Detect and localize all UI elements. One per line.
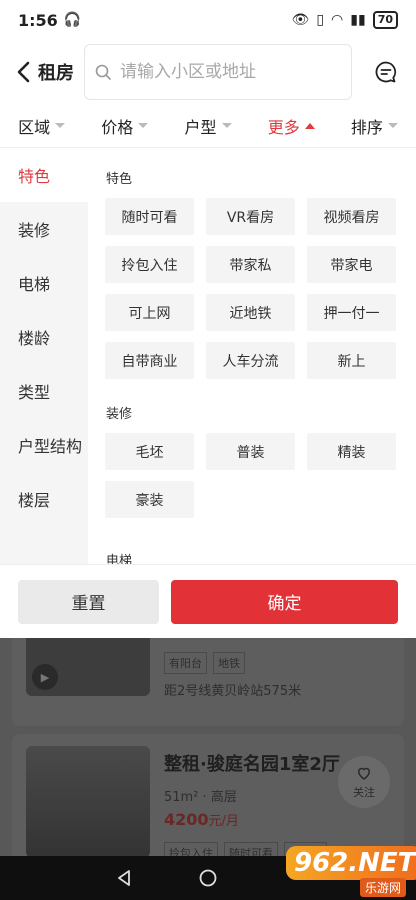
heart-icon — [357, 767, 371, 780]
eye-icon: 👁 — [291, 12, 310, 28]
price-value: 4200 — [164, 810, 209, 829]
listing-meta: 51m² · 高层 — [164, 790, 237, 805]
category-structure[interactable]: 户型结构 — [0, 418, 88, 472]
header: 租房 — [0, 42, 416, 102]
filter-tabs: 区域 价格 户型 更多 排序 — [0, 104, 416, 148]
listing-overlay: ▶ 有阳台 地铁 距2号线黄贝岭站575米 整租·骏庭名园1室2厅 51m² ·… — [0, 638, 416, 856]
listing-tag: 地铁 — [213, 652, 245, 674]
back-triangle-icon[interactable] — [114, 868, 134, 888]
battery-icon: 70 — [372, 11, 398, 29]
decor-options: 毛坯 普装 精装 豪装 — [88, 433, 416, 518]
option-chip[interactable]: 自带商业 — [105, 342, 194, 379]
options-panel: 特色 随时可看 VR看房 视频看房 拎包入住 带家私 带家电 可上网 近地铁 押… — [88, 148, 416, 564]
watermark-brand: 962.NET — [286, 846, 416, 880]
listing-card: 整租·骏庭名园1室2厅 51m² · 高层 4200元/月 拎包入住 随时可看 … — [12, 734, 404, 856]
category-decor[interactable]: 装修 — [0, 202, 88, 256]
listing-area: 51m² — [164, 790, 199, 805]
option-chip[interactable]: 可上网 — [105, 294, 194, 331]
filter-tab-label: 价格 — [101, 117, 134, 137]
follow-button[interactable]: 关注 — [338, 756, 390, 808]
chevron-left-icon — [17, 61, 30, 83]
page-title: 租房 — [38, 63, 74, 84]
category-age[interactable]: 楼龄 — [0, 310, 88, 364]
option-chip[interactable]: 普装 — [206, 433, 295, 470]
option-chip[interactable]: 新上 — [307, 342, 396, 379]
filter-tab-label: 更多 — [267, 117, 300, 137]
watermark-sub: 乐游网 — [359, 878, 406, 897]
feature-options: 随时可看 VR看房 视频看房 拎包入住 带家私 带家电 可上网 近地铁 押一付一… — [88, 198, 416, 379]
price-unit: 元/月 — [208, 814, 239, 829]
listing-tags: 有阳台 地铁 — [164, 652, 245, 674]
listing-distance: 距2号线黄贝岭站575米 — [164, 684, 302, 699]
section-title-feature: 特色 — [106, 172, 133, 187]
play-icon: ▶ — [32, 664, 58, 690]
option-chip[interactable]: 带家私 — [206, 246, 295, 283]
status-bar: 1:56 🎧 👁 ▯ ◠ ▮▮ 70 — [0, 0, 416, 40]
listing-tag: 拎包入住 — [164, 842, 218, 856]
listing-title: 整租·骏庭名园1室2厅 — [164, 754, 340, 775]
filter-tab-label: 排序 — [350, 117, 383, 137]
caret-up-icon — [304, 122, 315, 129]
search-input[interactable] — [120, 62, 340, 82]
signal-icon: ▮▮ — [350, 12, 366, 28]
filter-tab-sort[interactable]: 排序 — [333, 104, 416, 147]
category-floor[interactable]: 楼层 — [0, 472, 88, 526]
section-title-elevator: 电梯 — [106, 554, 133, 564]
listing-thumbnail — [26, 746, 150, 856]
option-chip[interactable]: 视频看房 — [307, 198, 396, 235]
option-chip[interactable]: 毛坯 — [105, 433, 194, 470]
option-chip[interactable]: 精装 — [307, 433, 396, 470]
caret-down-icon — [387, 123, 398, 128]
option-chip[interactable]: 带家电 — [307, 246, 396, 283]
listing-floor: 高层 — [210, 790, 237, 805]
category-elevator[interactable]: 电梯 — [0, 256, 88, 310]
category-feature[interactable]: 特色 — [0, 148, 88, 202]
option-chip[interactable]: 近地铁 — [206, 294, 295, 331]
filter-tab-label: 区域 — [18, 117, 51, 137]
option-chip[interactable]: 随时可看 — [105, 198, 194, 235]
listing-price: 4200元/月 — [164, 810, 239, 829]
category-type[interactable]: 类型 — [0, 364, 88, 418]
status-time: 1:56 — [18, 10, 58, 30]
follow-label: 关注 — [353, 786, 375, 799]
search-box[interactable] — [84, 44, 352, 100]
reset-button[interactable]: 重置 — [18, 579, 159, 624]
caret-down-icon — [138, 123, 149, 128]
listing-tag: 随时可看 — [224, 842, 278, 856]
option-chip[interactable]: VR看房 — [206, 198, 295, 235]
search-icon — [95, 64, 111, 80]
filter-tab-price[interactable]: 价格 — [83, 104, 166, 147]
headset-icon: 🎧 — [63, 12, 82, 28]
option-chip[interactable]: 豪装 — [105, 481, 194, 518]
action-bar: 重置 确定 — [0, 564, 416, 638]
message-icon[interactable] — [374, 60, 398, 84]
caret-down-icon — [221, 123, 232, 128]
filter-tab-more[interactable]: 更多 — [250, 104, 333, 147]
option-chip[interactable]: 押一付一 — [307, 294, 396, 331]
vibrate-icon: ▯ — [316, 12, 325, 28]
confirm-button[interactable]: 确定 — [171, 579, 398, 624]
section-title-decor: 装修 — [106, 407, 133, 422]
listing-thumbnail: ▶ — [26, 638, 150, 696]
filter-tab-area[interactable]: 区域 — [0, 104, 83, 147]
listing-card: ▶ 有阳台 地铁 距2号线黄贝岭站575米 — [12, 638, 404, 726]
category-list: 特色 装修 电梯 楼龄 类型 户型结构 楼层 — [0, 148, 88, 564]
caret-down-icon — [55, 123, 66, 128]
filter-tab-layout[interactable]: 户型 — [166, 104, 249, 147]
status-icons: 👁 ▯ ◠ ▮▮ 70 — [292, 11, 398, 29]
filter-tab-label: 户型 — [184, 117, 217, 137]
watermark-logo: 962.NET 乐游网 — [286, 846, 416, 897]
home-circle-icon[interactable] — [198, 868, 218, 888]
wifi-icon: ◠ — [331, 12, 344, 28]
option-chip[interactable]: 拎包入住 — [105, 246, 194, 283]
option-chip[interactable]: 人车分流 — [206, 342, 295, 379]
back-button[interactable]: 租房 — [0, 59, 84, 85]
listing-tag: 有阳台 — [164, 652, 207, 674]
